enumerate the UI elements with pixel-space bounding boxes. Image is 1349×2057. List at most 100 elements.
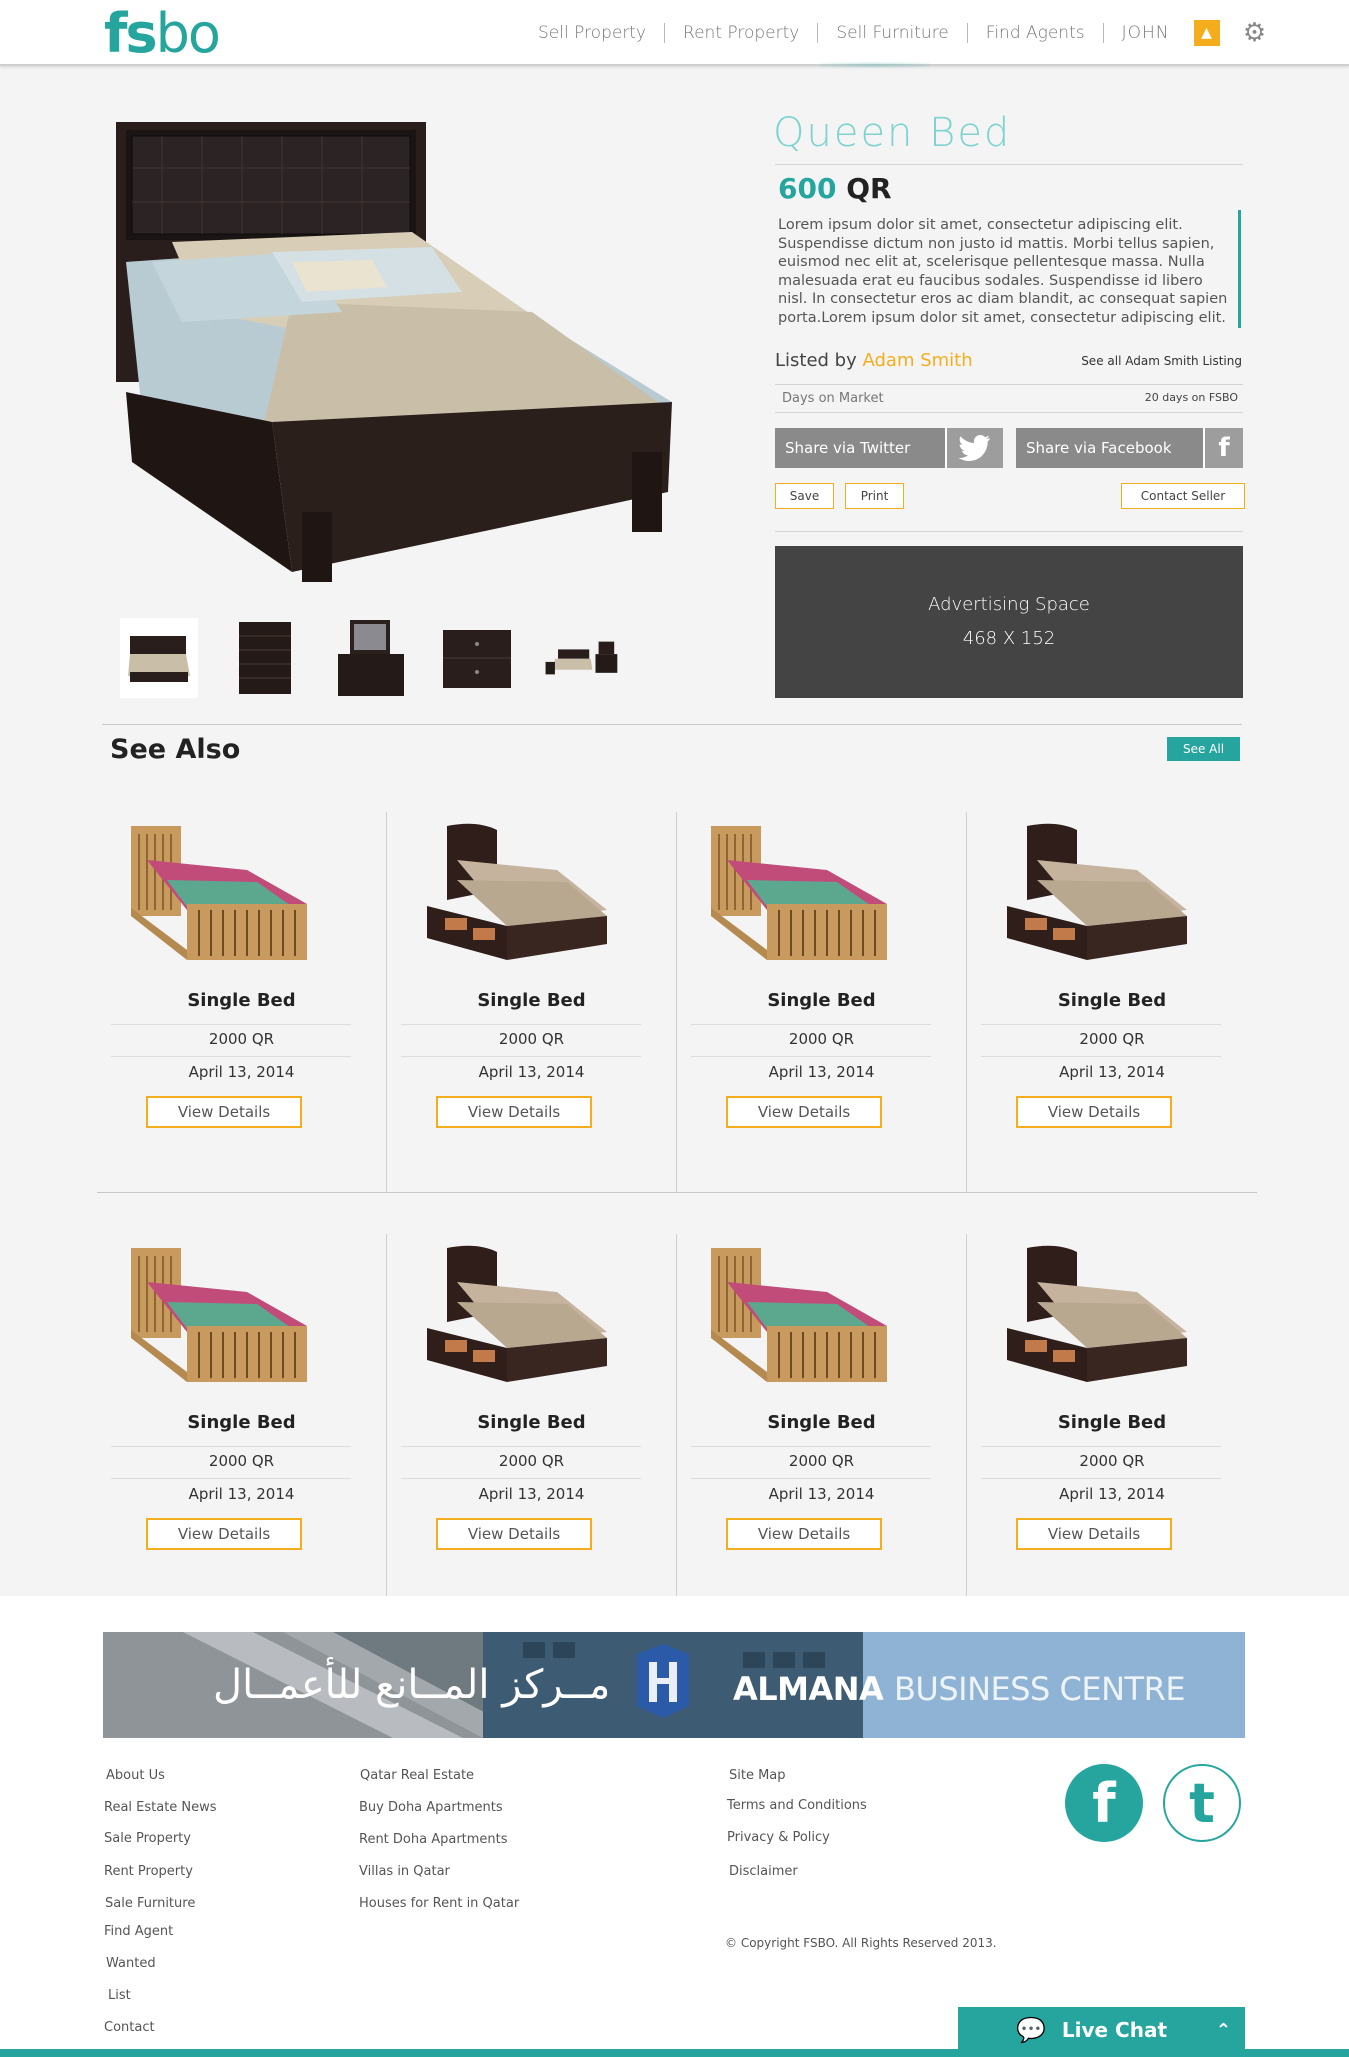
listed-by: Listed by Adam Smith: [775, 350, 973, 371]
thumbnail-1[interactable]: [120, 618, 198, 698]
price-currency: QR: [846, 172, 892, 205]
share-twitter-button[interactable]: Share via Twitter: [775, 428, 1003, 468]
view-details-button[interactable]: View Details: [726, 1518, 882, 1550]
fsbo-logo[interactable]: fsbo: [104, 4, 221, 64]
footer-link-villas-in-qatar[interactable]: Villas in Qatar: [359, 1864, 450, 1879]
view-details-button[interactable]: View Details: [436, 1518, 592, 1550]
nav-sell-furniture[interactable]: Sell Furniture: [818, 23, 968, 43]
view-details-button[interactable]: View Details: [726, 1096, 882, 1128]
contact-seller-button[interactable]: Contact Seller: [1121, 483, 1245, 509]
facebook-icon[interactable]: f: [1065, 1764, 1143, 1842]
view-details-button[interactable]: View Details: [1016, 1518, 1172, 1550]
nav-find-agents[interactable]: Find Agents: [968, 23, 1104, 43]
footer-link-real-estate-news[interactable]: Real Estate News: [104, 1800, 217, 1815]
wood-bed-icon[interactable]: [707, 1242, 897, 1392]
see-all-button[interactable]: See All: [1167, 737, 1240, 761]
wood-bed-icon[interactable]: [127, 1242, 317, 1392]
wood-bed-icon[interactable]: [707, 820, 897, 970]
listing-card: Single Bed 2000 QR April 13, 2014 View D…: [677, 1234, 967, 1596]
seller-name-link[interactable]: Adam Smith: [863, 350, 973, 371]
listing-card: Single Bed 2000 QR April 13, 2014 View D…: [97, 1234, 387, 1596]
divider: [691, 1024, 931, 1025]
footer-link-contact[interactable]: Contact: [104, 2020, 155, 2035]
divider: [401, 1478, 641, 1479]
footer-link-about-us[interactable]: About Us: [106, 1768, 165, 1783]
ad-size: 468 X 152: [962, 628, 1056, 649]
nav-active-glow: [820, 62, 930, 68]
footer-link-sale-furniture[interactable]: Sale Furniture: [105, 1896, 195, 1911]
card-price: 2000 QR: [788, 1452, 855, 1470]
see-also-row-2: Single Bed 2000 QR April 13, 2014 View D…: [97, 1234, 1257, 1596]
divider: [691, 1056, 931, 1057]
view-details-button[interactable]: View Details: [436, 1096, 592, 1128]
nav-rent-property[interactable]: Rent Property: [665, 23, 819, 43]
view-details-button[interactable]: View Details: [1016, 1096, 1172, 1128]
view-details-button[interactable]: View Details: [146, 1518, 302, 1550]
user-name-link[interactable]: JOHN: [1104, 23, 1188, 43]
thumbnail-5[interactable]: [544, 618, 622, 698]
footer-link-site-map[interactable]: Site Map: [729, 1768, 786, 1783]
divider: [97, 1192, 1257, 1193]
days-on-market-label: Days on Market: [782, 391, 884, 406]
footer-link-terms[interactable]: Terms and Conditions: [727, 1798, 867, 1813]
divider: [111, 1446, 351, 1447]
divider: [981, 1056, 1221, 1057]
card-date: April 13, 2014: [1059, 1485, 1165, 1503]
footer-link-privacy[interactable]: Privacy & Policy: [727, 1830, 830, 1845]
card-title: Single Bed: [477, 1412, 586, 1433]
description-scrollbar[interactable]: [1238, 210, 1241, 328]
card-date: April 13, 2014: [1059, 1063, 1165, 1081]
almana-banner[interactable]: مــركز المــانع للأعمــال ALMANA BUSINES…: [103, 1632, 1245, 1738]
divider: [775, 384, 1243, 385]
thumbnail-4[interactable]: [438, 618, 516, 698]
share-facebook-button[interactable]: Share via Facebook f: [1016, 428, 1243, 468]
nav-sell-property[interactable]: Sell Property: [520, 23, 666, 43]
footer-link-rent-doha-apartments[interactable]: Rent Doha Apartments: [359, 1832, 508, 1847]
footer-link-qatar-real-estate[interactable]: Qatar Real Estate: [360, 1768, 474, 1783]
scroll-up-icon[interactable]: ▲: [1193, 20, 1220, 46]
banner-arabic-text: مــركز المــانع للأعمــال: [213, 1662, 611, 1708]
card-price: 2000 QR: [788, 1030, 855, 1048]
save-button[interactable]: Save: [775, 483, 834, 509]
product-price: 600 QR: [778, 172, 892, 205]
share-facebook-label: Share via Facebook: [1026, 439, 1172, 457]
footer-link-houses-for-rent[interactable]: Houses for Rent in Qatar: [359, 1896, 519, 1911]
footer-link-sale-property[interactable]: Sale Property: [104, 1831, 191, 1846]
dark-bed-icon[interactable]: [997, 1242, 1187, 1392]
view-details-button[interactable]: View Details: [146, 1096, 302, 1128]
bottom-accent-bar: [0, 2049, 1349, 2057]
thumbnail-2[interactable]: [226, 618, 304, 698]
footer-link-buy-doha-apartments[interactable]: Buy Doha Apartments: [359, 1800, 503, 1815]
footer-link-list[interactable]: List: [108, 1988, 131, 2003]
footer-link-disclaimer[interactable]: Disclaimer: [729, 1864, 798, 1879]
dark-bed-icon[interactable]: [417, 820, 607, 970]
card-date: April 13, 2014: [188, 1063, 295, 1081]
product-main-image[interactable]: [112, 112, 682, 592]
listed-by-label: Listed by: [775, 350, 857, 371]
card-date: April 13, 2014: [768, 1485, 875, 1503]
print-button[interactable]: Print: [845, 483, 904, 509]
listing-card: Single Bed 2000 QR April 13, 2014 View D…: [967, 812, 1257, 1192]
footer-link-rent-property[interactable]: Rent Property: [104, 1864, 193, 1879]
top-header: fsbo Sell Property Rent Property Sell Fu…: [0, 0, 1349, 68]
divider: [111, 1056, 351, 1057]
wood-bed-icon[interactable]: [127, 820, 317, 970]
dark-bed-icon[interactable]: [997, 820, 1187, 970]
facebook-icon: f: [1203, 428, 1243, 468]
twitter-icon[interactable]: t: [1163, 1764, 1241, 1842]
divider: [775, 412, 1243, 413]
see-all-listing-link[interactable]: See all Adam Smith Listing: [1000, 354, 1242, 368]
card-price: 2000 QR: [1079, 1452, 1145, 1470]
live-chat-button[interactable]: 💬 Live Chat ⌃: [958, 2007, 1245, 2053]
advertising-space[interactable]: Advertising Space 468 X 152: [775, 546, 1243, 698]
footer-link-wanted[interactable]: Wanted: [106, 1956, 156, 1971]
card-title: Single Bed: [187, 1412, 296, 1433]
card-date: April 13, 2014: [768, 1063, 875, 1081]
gear-icon[interactable]: ⚙: [1242, 18, 1268, 48]
thumbnail-3[interactable]: [332, 618, 410, 698]
dark-bed-icon[interactable]: [417, 1242, 607, 1392]
twitter-bird-icon: [945, 428, 1003, 468]
divider: [401, 1024, 641, 1025]
footer-link-find-agent[interactable]: Find Agent: [104, 1924, 173, 1939]
card-price: 2000 QR: [498, 1452, 565, 1470]
